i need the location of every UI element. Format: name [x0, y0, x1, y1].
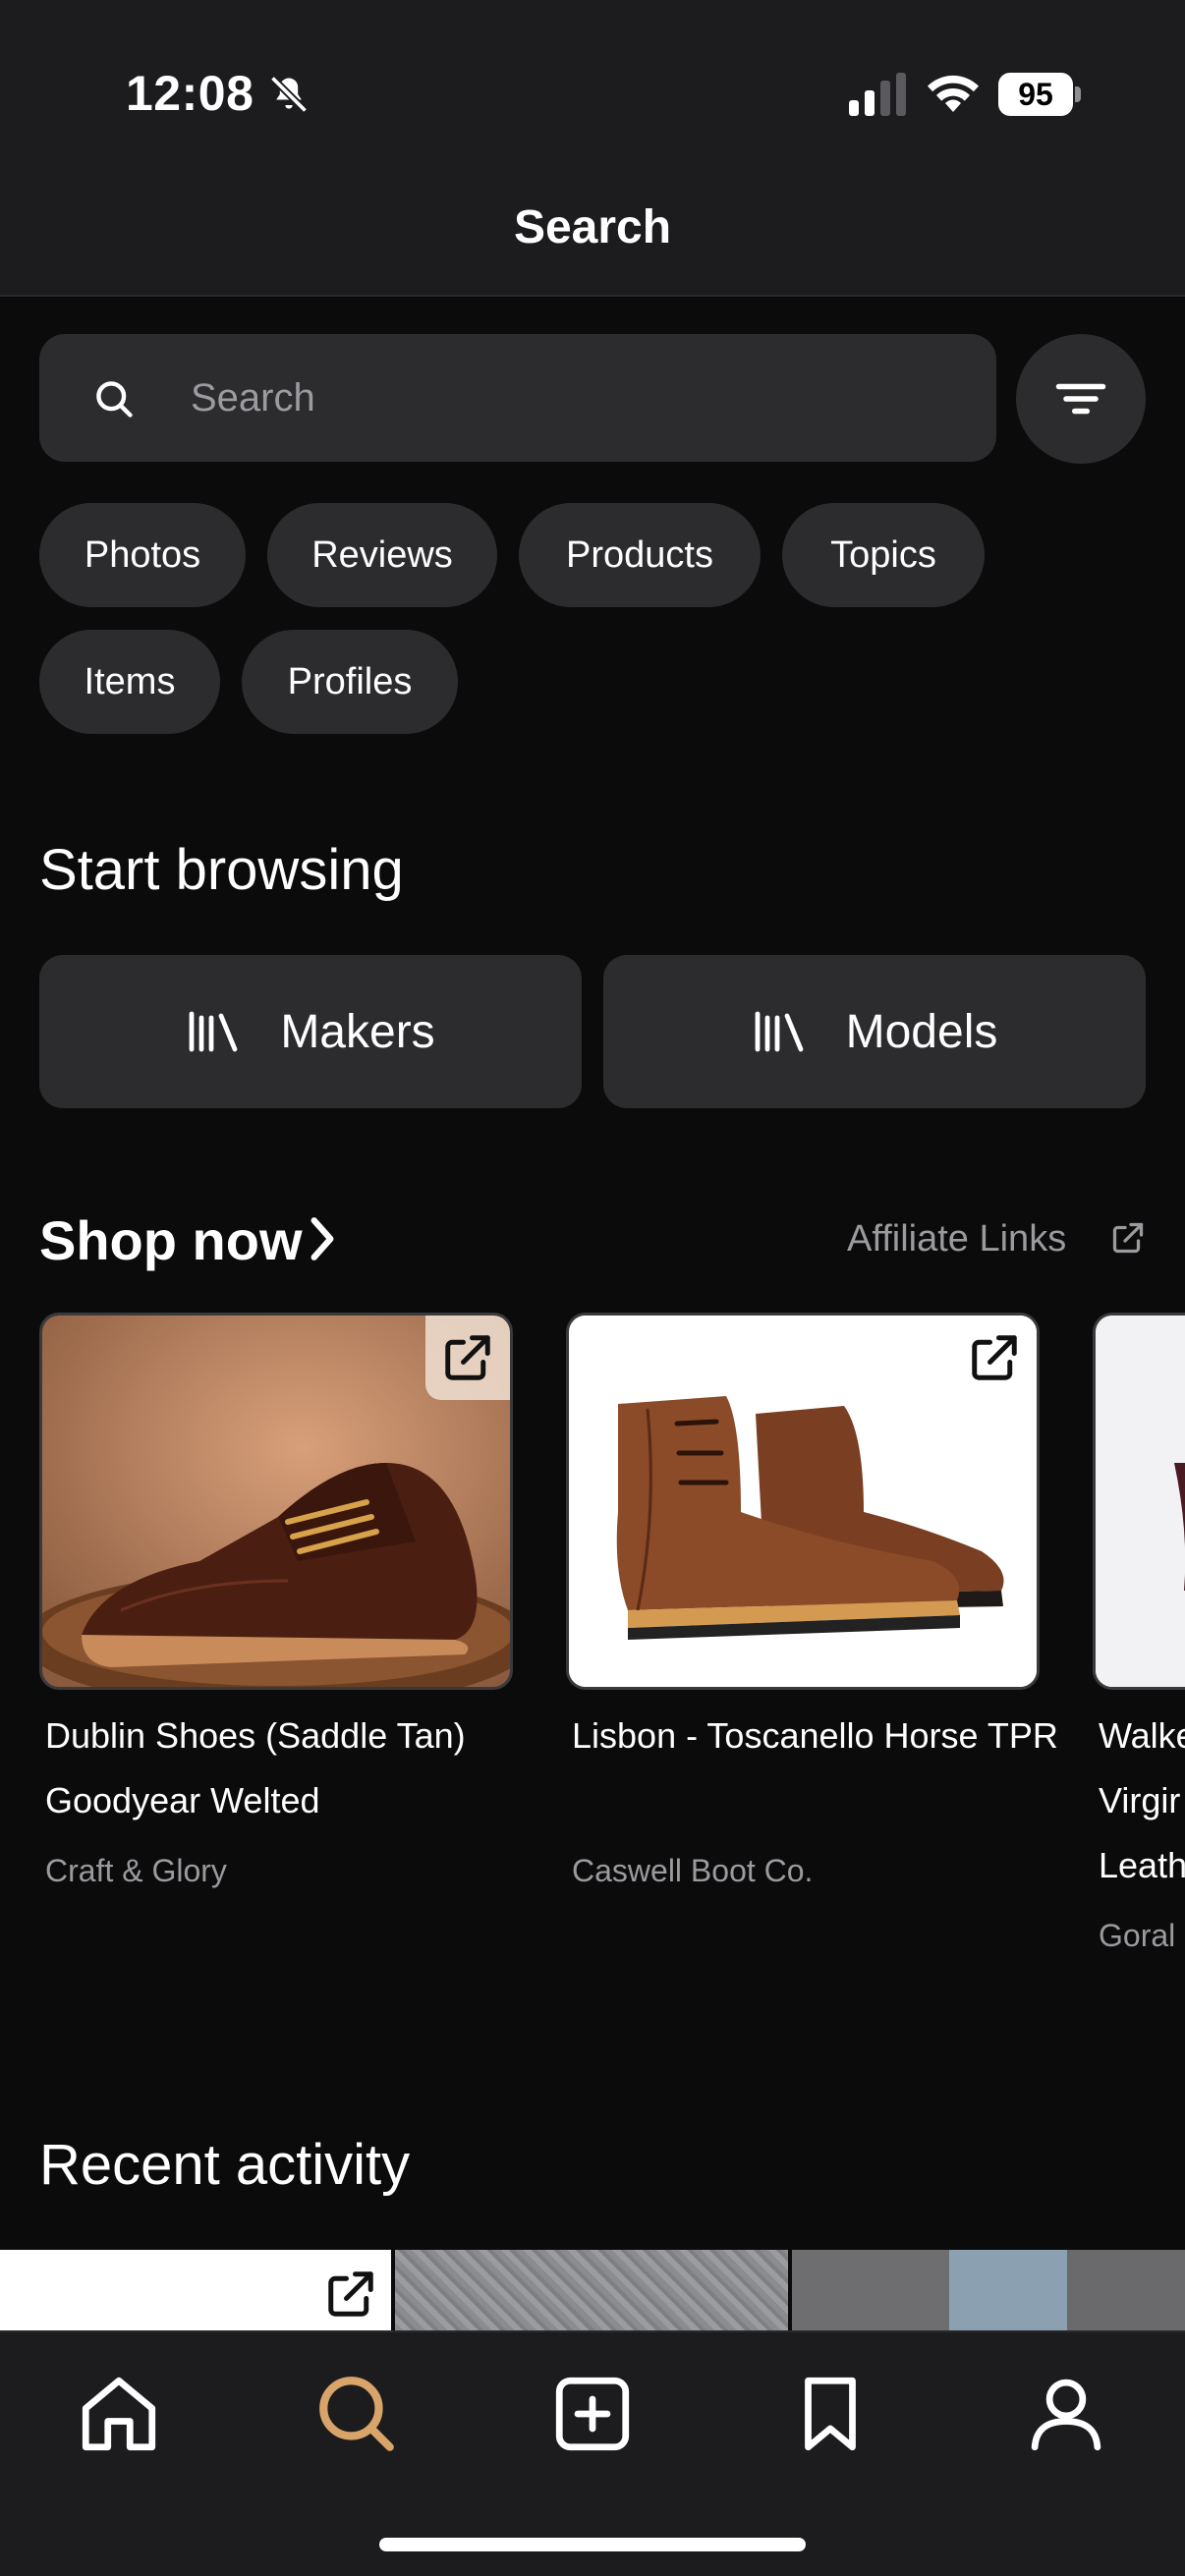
signal-icon [849, 73, 906, 116]
affiliate-links-label[interactable]: Affiliate Links [847, 1218, 1066, 1260]
chip-profiles[interactable]: Profiles [242, 630, 458, 734]
shop-now-title[interactable]: Shop now [39, 1208, 303, 1272]
chevron-right-icon[interactable] [303, 1214, 342, 1263]
filter-icon [1055, 383, 1106, 415]
product-name[interactable]: Dublin Shoes (Saddle Tan) Goodyear Welte… [45, 1704, 536, 1833]
chip-photos[interactable]: Photos [39, 503, 246, 607]
models-label: Models [845, 1005, 998, 1058]
filter-button[interactable] [1016, 334, 1146, 464]
battery-level: 95 [998, 73, 1073, 116]
external-link-badge[interactable] [952, 1316, 1037, 1400]
makers-label: Makers [280, 1005, 435, 1058]
product-image [1096, 1316, 1185, 1687]
product-name[interactable]: Walke Virgir Leath [1099, 1704, 1185, 1898]
product-brand: Craft & Glory [45, 1853, 227, 1888]
search-icon [96, 381, 133, 418]
bell-off-icon [269, 75, 309, 114]
activity-tile[interactable] [0, 2250, 391, 2330]
external-link-icon [445, 1335, 490, 1380]
product-card[interactable] [566, 1313, 1040, 1690]
add-icon[interactable] [548, 2370, 637, 2458]
chip-reviews[interactable]: Reviews [267, 503, 497, 607]
status-time: 12:08 [126, 66, 254, 121]
recent-activity-title: Recent activity [39, 2133, 411, 2197]
product-brand: Goral [1099, 1918, 1176, 1953]
chip-items[interactable]: Items [39, 630, 220, 734]
library-icon [755, 1011, 804, 1052]
wifi-icon [928, 75, 979, 112]
chip-topics[interactable]: Topics [782, 503, 985, 607]
library-icon [189, 1011, 238, 1052]
makers-button[interactable]: Makers [39, 955, 582, 1108]
activity-tile[interactable] [395, 2250, 788, 2330]
external-link-icon[interactable] [1110, 1220, 1146, 1256]
profile-icon[interactable] [1022, 2370, 1110, 2458]
search-bar[interactable] [39, 334, 996, 462]
product-brand: Caswell Boot Co. [572, 1853, 814, 1888]
external-link-icon [972, 1335, 1017, 1380]
home-icon[interactable] [75, 2370, 163, 2458]
external-link-icon [328, 2271, 373, 2317]
external-link-badge[interactable] [425, 1316, 510, 1400]
product-card[interactable] [1093, 1313, 1185, 1690]
models-button[interactable]: Models [603, 955, 1146, 1108]
battery-indicator: 95 [998, 73, 1081, 116]
page-title: Search [513, 201, 672, 253]
bookmark-icon[interactable] [786, 2370, 875, 2458]
search-icon[interactable] [312, 2370, 401, 2458]
battery-tip [1075, 86, 1081, 102]
home-indicator [379, 2538, 806, 2551]
activity-tile[interactable] [792, 2250, 1185, 2330]
product-card[interactable] [39, 1313, 513, 1690]
top-bar: 12:08 95 Search [0, 0, 1185, 297]
product-name[interactable]: Lisbon - Toscanello Horse TPR [572, 1704, 1063, 1768]
start-browsing-title: Start browsing [39, 838, 404, 902]
search-input[interactable] [191, 334, 957, 462]
chip-products[interactable]: Products [519, 503, 761, 607]
